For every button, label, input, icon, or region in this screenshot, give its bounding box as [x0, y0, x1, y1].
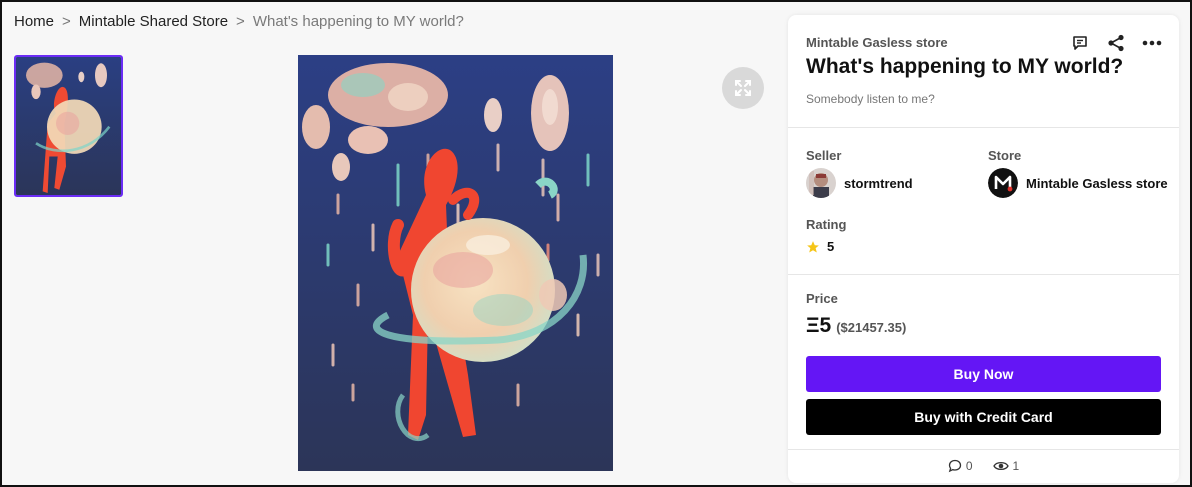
comments-number: 0 [965, 459, 973, 473]
store-label: Store [988, 148, 1022, 163]
breadcrumb-separator: > [236, 13, 245, 30]
store-link-name: Mintable Gasless store [1026, 175, 1168, 191]
divider [788, 127, 1179, 128]
rating-number: 5 [827, 239, 835, 254]
star-icon [807, 240, 819, 253]
seller-label: Seller [806, 148, 842, 163]
more-button[interactable] [1141, 32, 1163, 54]
page-frame: Home > Mintable Shared Store > What's ha… [0, 0, 1192, 487]
breadcrumb-store[interactable]: Mintable Shared Store [79, 13, 228, 30]
breadcrumb-separator: > [62, 13, 71, 30]
comment-icon [1073, 36, 1087, 50]
share-button[interactable] [1105, 32, 1127, 54]
comment-button[interactable] [1069, 32, 1091, 54]
breadcrumb-home[interactable]: Home [14, 13, 54, 30]
item-details-panel: Mintable Gasless store What's happening … [788, 15, 1179, 483]
breadcrumb-current: What's happening to MY world? [252, 13, 464, 30]
item-subtitle: Somebody listen to me? [806, 92, 935, 106]
stats-bar: 0 1 [788, 459, 1179, 473]
artwork-illustration [298, 55, 613, 471]
more-icon [1142, 40, 1162, 46]
buy-now-button[interactable]: Buy Now [806, 356, 1161, 392]
price-label: Price [806, 291, 838, 306]
panel-actions [1069, 32, 1163, 54]
views-number: 1 [1012, 459, 1020, 473]
artwork-thumbnail-image [16, 57, 121, 195]
seller-avatar [806, 168, 836, 198]
artwork-image [298, 55, 613, 471]
price-eth: Ξ5 [806, 314, 832, 337]
price-usd: ($21457.35) [836, 320, 907, 335]
views-count: 1 [992, 459, 1020, 473]
share-icon [1108, 34, 1124, 52]
rating-label: Rating [806, 217, 847, 232]
divider [788, 274, 1179, 275]
rating-value: 5 [806, 239, 834, 254]
eye-icon [992, 461, 1009, 471]
store-name[interactable]: Mintable Gasless store [806, 35, 948, 50]
artwork-thumbnail[interactable] [14, 55, 123, 197]
store-avatar [988, 168, 1018, 198]
expand-button[interactable] [722, 67, 764, 109]
comment-bubble-icon [948, 459, 961, 473]
store-link[interactable]: Mintable Gasless store [988, 168, 1168, 198]
buy-credit-card-button[interactable]: Buy with Credit Card [806, 399, 1161, 435]
price: Ξ5 ($21457.35) [806, 314, 906, 338]
seller-link[interactable]: stormtrend [806, 168, 913, 198]
expand-icon [735, 80, 751, 96]
seller-name: stormtrend [844, 175, 913, 191]
comments-count[interactable]: 0 [948, 459, 973, 473]
item-title: What's happening to MY world? [806, 55, 1124, 78]
breadcrumb: Home > Mintable Shared Store > What's ha… [14, 13, 464, 30]
divider [788, 449, 1179, 450]
